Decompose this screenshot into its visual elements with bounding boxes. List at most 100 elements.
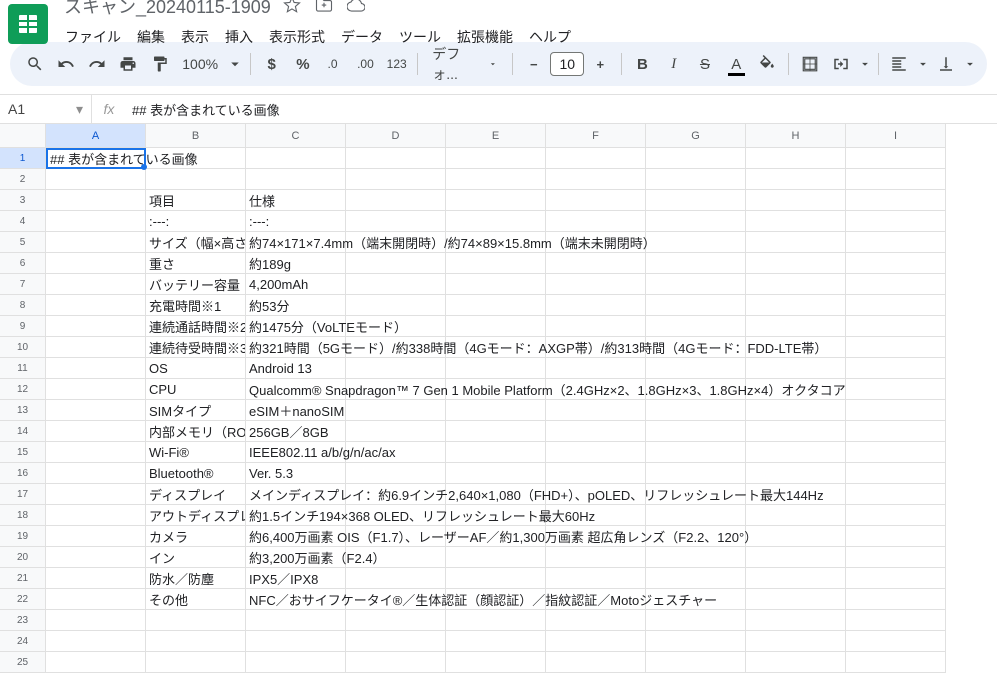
row-header[interactable]: 20 [0, 547, 46, 568]
cell[interactable] [846, 505, 946, 526]
decrease-decimal-icon[interactable]: .0 [320, 49, 349, 79]
cell[interactable] [646, 169, 746, 190]
cell[interactable] [446, 169, 546, 190]
cell[interactable]: その他 [146, 589, 246, 610]
cell[interactable] [646, 610, 746, 631]
select-all-corner[interactable] [0, 124, 46, 148]
cell[interactable] [446, 316, 546, 337]
cell[interactable]: 約1475分（VoLTEモード） [246, 316, 346, 337]
cell[interactable]: 内部メモリ（ROM／RAM） [146, 421, 246, 442]
cell[interactable] [346, 295, 446, 316]
cell[interactable] [746, 169, 846, 190]
name-box[interactable]: A1▾ [0, 95, 92, 123]
cell[interactable] [346, 568, 446, 589]
cell[interactable]: 仕様 [246, 190, 346, 211]
menu-データ[interactable]: データ [334, 23, 390, 51]
row-header[interactable]: 23 [0, 610, 46, 631]
col-header-A[interactable]: A [46, 124, 146, 148]
row-header[interactable]: 18 [0, 505, 46, 526]
cell[interactable] [446, 652, 546, 673]
menu-表示[interactable]: 表示 [174, 23, 216, 51]
h-align-icon[interactable] [885, 49, 914, 79]
cell[interactable] [446, 631, 546, 652]
row-header[interactable]: 12 [0, 379, 46, 400]
cell[interactable] [846, 442, 946, 463]
cell[interactable] [246, 610, 346, 631]
cell[interactable] [746, 463, 846, 484]
cell[interactable]: 256GB／8GB [246, 421, 346, 442]
cell[interactable] [46, 400, 146, 421]
cell[interactable]: eSIM＋nanoSIM [246, 400, 346, 421]
cell[interactable] [746, 421, 846, 442]
cell[interactable] [546, 400, 646, 421]
cell[interactable] [746, 610, 846, 631]
redo-icon[interactable] [83, 49, 112, 79]
cell[interactable] [646, 274, 746, 295]
cell[interactable] [46, 442, 146, 463]
cell[interactable]: 約53分 [246, 295, 346, 316]
cell[interactable] [46, 169, 146, 190]
cell[interactable] [846, 190, 946, 211]
cell[interactable]: 約1.5インチ194×368 OLED、リフレッシュレート最大60Hz [246, 505, 346, 526]
cell[interactable]: Ver. 5.3 [246, 463, 346, 484]
cell[interactable] [646, 652, 746, 673]
cell[interactable] [446, 295, 546, 316]
cell[interactable] [546, 463, 646, 484]
cell[interactable] [846, 463, 946, 484]
cell[interactable] [46, 547, 146, 568]
menu-編集[interactable]: 編集 [130, 23, 172, 51]
row-header[interactable]: 19 [0, 526, 46, 547]
cell[interactable]: IEEE802.11 a/b/g/n/ac/ax [246, 442, 346, 463]
cell[interactable] [746, 232, 846, 253]
search-icon[interactable] [20, 49, 49, 79]
cell[interactable]: :---: [146, 211, 246, 232]
cell[interactable] [646, 253, 746, 274]
cell[interactable] [346, 421, 446, 442]
italic-icon[interactable]: I [659, 49, 688, 79]
cell[interactable] [746, 295, 846, 316]
cell[interactable] [346, 358, 446, 379]
col-header-E[interactable]: E [446, 124, 546, 148]
row-header[interactable]: 1 [0, 148, 46, 169]
cell[interactable] [246, 148, 346, 169]
cell[interactable] [246, 169, 346, 190]
cell[interactable] [746, 526, 846, 547]
v-align-icon[interactable] [932, 49, 961, 79]
cell[interactable] [846, 589, 946, 610]
cell[interactable] [46, 337, 146, 358]
cell[interactable] [646, 148, 746, 169]
cell[interactable] [546, 295, 646, 316]
cell[interactable] [846, 421, 946, 442]
cell[interactable] [446, 610, 546, 631]
cell[interactable] [646, 442, 746, 463]
cell[interactable] [846, 316, 946, 337]
cell[interactable]: 約189g [246, 253, 346, 274]
chevron-down-icon[interactable] [858, 49, 872, 79]
row-header[interactable]: 22 [0, 589, 46, 610]
decrease-font-icon[interactable]: − [519, 49, 548, 79]
cell[interactable] [546, 421, 646, 442]
cell[interactable] [546, 547, 646, 568]
row-header[interactable]: 17 [0, 484, 46, 505]
cell[interactable] [346, 253, 446, 274]
cell[interactable] [646, 631, 746, 652]
cell[interactable] [546, 148, 646, 169]
cell[interactable] [546, 274, 646, 295]
cell[interactable] [546, 631, 646, 652]
menu-ヘルプ[interactable]: ヘルプ [522, 23, 578, 51]
undo-icon[interactable] [51, 49, 80, 79]
cell[interactable] [446, 253, 546, 274]
col-header-D[interactable]: D [346, 124, 446, 148]
row-header[interactable]: 14 [0, 421, 46, 442]
cell[interactable] [46, 232, 146, 253]
cell[interactable]: イン [146, 547, 246, 568]
cell[interactable] [146, 631, 246, 652]
cell[interactable] [446, 421, 546, 442]
cell[interactable] [46, 652, 146, 673]
cell[interactable] [846, 253, 946, 274]
cell[interactable]: カメラ [146, 526, 246, 547]
cell[interactable] [746, 211, 846, 232]
cell[interactable]: Wi-Fi® [146, 442, 246, 463]
cell[interactable] [846, 274, 946, 295]
cell[interactable] [346, 148, 446, 169]
